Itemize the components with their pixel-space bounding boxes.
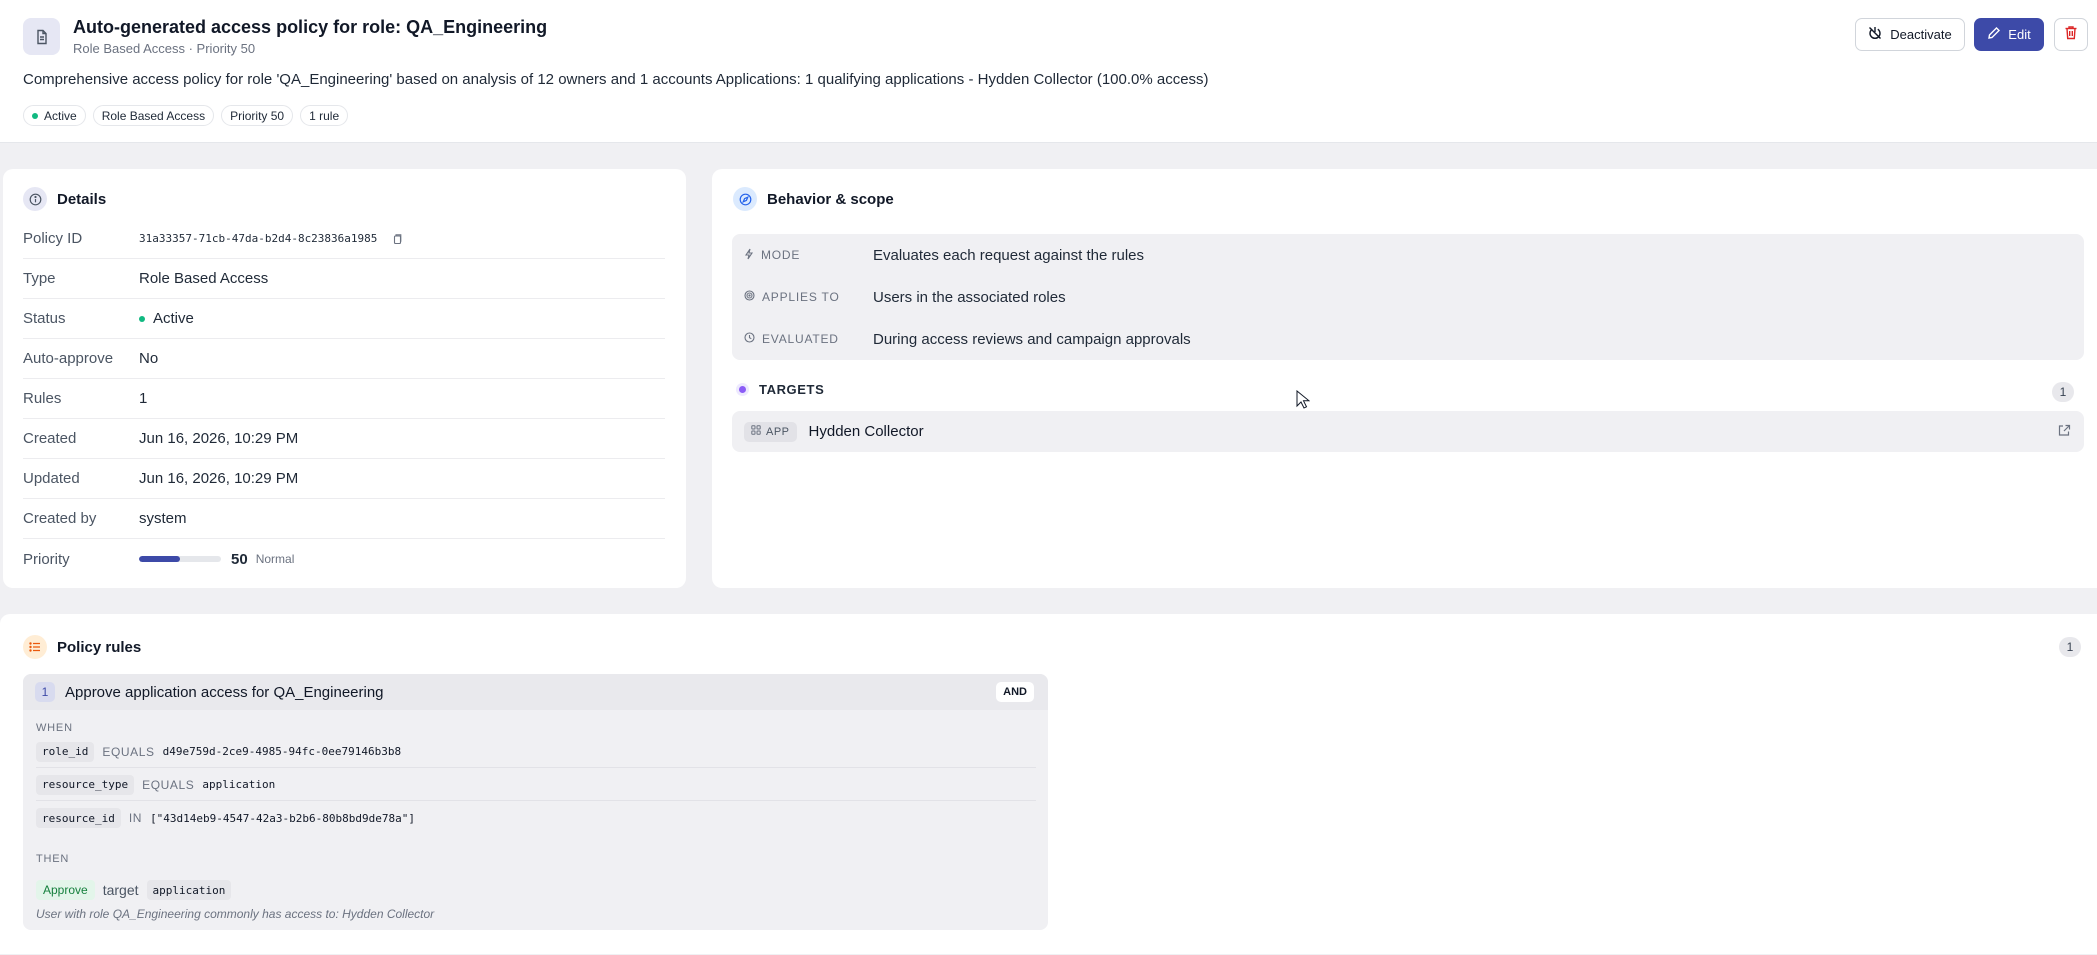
condition-value: application [202,778,276,791]
condition-field: role_id [36,741,95,762]
list-icon [23,635,47,659]
detail-row-policy-id: Policy ID 31a33357-71cb-47da-b2d4-8c2383… [23,219,665,259]
app-type-tag: APP [744,421,797,442]
badge-row: Active Role Based Access Priority 50 1 r… [23,105,349,126]
page-subtitle: Role Based Access · Priority 50 [73,41,256,56]
priority-level: Normal [255,552,295,566]
document-icon [23,18,60,55]
behavior-list: MODE Evaluates each request against the … [732,234,2084,360]
priority-bar [139,556,221,562]
condition-value: ["43d14eb9-4547-42a3-b2b6-80b8bd9de78a"] [150,811,415,825]
approve-action-badge: Approve [36,880,95,900]
type-badge: Role Based Access [92,105,215,126]
condition-operator: EQUALS [142,777,195,792]
priority-bar-fill [139,556,180,562]
delete-button[interactable] [2054,18,2088,51]
condition-operator: IN [128,811,143,825]
rule-title: Approve application access for QA_Engine… [65,683,384,701]
info-icon [23,187,47,211]
detail-row-created-by: Created by system [23,499,665,539]
detail-row-type: Type Role Based Access [23,259,665,299]
target-name: Hydden Collector [808,423,924,440]
edit-button[interactable]: Edit [1974,18,2044,51]
condition-value: d49e759d-2ce9-4985-94fc-0ee79146b3b8 [162,745,402,758]
deactivate-label: Deactivate [1890,27,1952,42]
status-dot-icon [32,112,38,119]
behavior-row-applies-to: APPLIES TO Users in the associated roles [732,276,2084,318]
rule-number: 1 [35,682,55,702]
rules-heading: Policy rules [23,635,141,659]
condition-operator: EQUALS [102,744,155,759]
apps-grid-icon [751,425,761,438]
rules-count-badge: 1 [2059,637,2081,657]
detail-row-priority: Priority 50 Normal [23,550,295,568]
external-link-icon[interactable] [2058,424,2071,442]
targets-heading: TARGETS [736,382,824,397]
combinator-badge: AND [996,682,1034,702]
policy-id-value: 31a33357-71cb-47da-b2d4-8c23836a1985 [139,232,378,245]
rule-note: User with role QA_Engineering commonly h… [36,907,435,921]
rule-header[interactable]: 1 Approve application access for QA_Engi… [23,674,1048,710]
policy-rules-card: Policy rules 1 1 Approve application acc… [0,614,2097,954]
when-label: WHEN [36,722,73,734]
mouse-cursor-icon [1296,389,1311,415]
trash-icon [2064,25,2078,45]
rules-count-badge: 1 rule [300,105,349,126]
condition-field: resource_id [36,808,121,828]
detail-row-status: Status Active [23,299,665,339]
lightning-icon [744,248,754,263]
behavior-scope-card: Behavior & scope MODE Evaluates each req… [712,169,2097,588]
detail-row-auto-approve: Auto-approve No [23,339,665,379]
target-item[interactable]: APP Hydden Collector [732,411,2084,452]
priority-badge: Priority 50 [221,105,294,126]
behavior-row-evaluated: EVALUATED During access reviews and camp… [732,318,2084,360]
clock-icon [744,332,755,346]
copy-icon[interactable] [391,233,403,245]
detail-row-rules: Rules 1 [23,379,665,419]
targets-dot-icon [736,383,749,396]
condition-row: resource_id IN ["43d14eb9-4547-42a3-b2b6… [36,802,1036,834]
page-title: Auto-generated access policy for role: Q… [73,17,548,37]
status-dot-icon [139,315,145,322]
then-row: Approve target application [36,880,232,900]
detail-row-updated: Updated Jun 16, 2026, 10:29 PM [23,459,665,499]
deactivate-button[interactable]: Deactivate [1855,18,1965,51]
detail-row-created: Created Jun 16, 2026, 10:29 PM [23,419,665,459]
rule-item: 1 Approve application access for QA_Engi… [23,674,1048,930]
condition-field: resource_type [36,774,135,795]
behavior-row-mode: MODE Evaluates each request against the … [732,234,2084,276]
details-heading: Details [23,187,106,211]
policy-header: Auto-generated access policy for role: Q… [0,0,2097,143]
priority-value: 50 [231,550,248,568]
target-icon [744,290,755,304]
compass-icon [733,187,757,211]
status-badge: Active [23,105,86,126]
targets-count-badge: 1 [2052,382,2074,402]
then-target-value: application [146,880,232,900]
then-label: THEN [36,853,70,865]
then-target-word: target [102,882,139,898]
policy-description: Comprehensive access policy for role 'QA… [23,71,1209,88]
behavior-heading: Behavior & scope [733,187,894,211]
power-off-icon [1868,26,1882,43]
condition-row: role_id EQUALS d49e759d-2ce9-4985-94fc-0… [36,736,1036,768]
edit-label: Edit [2008,27,2031,42]
condition-row: resource_type EQUALS application [36,769,1036,801]
details-card: Details Policy ID 31a33357-71cb-47da-b2d… [3,169,686,588]
pencil-icon [1987,26,2001,43]
